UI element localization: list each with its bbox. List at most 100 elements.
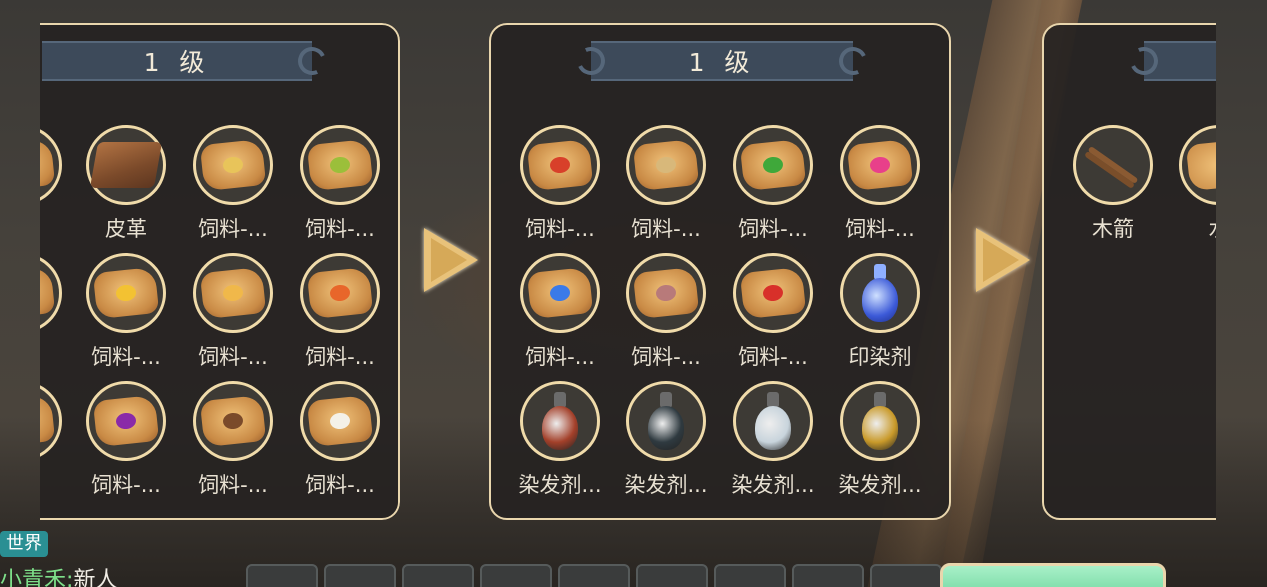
recipe-item[interactable]: 饲料-... [616, 125, 716, 243]
recipe-item[interactable]: 饲料-... [76, 253, 176, 371]
feed-pouch-grain-icon [193, 125, 273, 205]
hair-dye-white-icon [733, 381, 813, 461]
banner-curl-icon [1126, 43, 1162, 79]
recipe-item-label: 印染剂 [848, 345, 912, 369]
feed-pouch-leaf-icon [300, 125, 380, 205]
recipe-item[interactable]: 饲料-... [616, 253, 716, 371]
recipe-item-label: 饲料-... [525, 217, 595, 241]
recipe-item[interactable]: 木箭 [1063, 125, 1163, 243]
feed-pouch-corn-icon [86, 253, 166, 333]
recipe-item-label: 饲料-... [738, 345, 808, 369]
recipe-panel-1[interactable]: 1 级 皮革 饲料-... 饲料-... 饲料-... 饲料-... 饲料-... 饲料-.… [40, 23, 400, 520]
recipe-item[interactable] [40, 253, 72, 341]
level-banner: 1 级 [42, 41, 330, 81]
banner-curl-icon [294, 43, 330, 79]
hair-dye-black-icon [626, 381, 706, 461]
recipe-item[interactable]: 饲料-... [510, 125, 610, 243]
recipe-item[interactable]: 饲料-... [290, 125, 390, 243]
hotbar-slot[interactable] [558, 564, 630, 587]
banner-curl-icon [573, 43, 609, 79]
water-item-icon [1179, 125, 1216, 205]
chat-message-line[interactable]: 小青禾:新人 [0, 562, 117, 587]
recipe-item-label: 水 [1208, 217, 1230, 241]
recipe-item-label: 饲料-... [198, 345, 268, 369]
recipe-item[interactable]: 饲料-... [510, 253, 610, 371]
wooden-arrow-icon [1073, 125, 1153, 205]
feed-pouch-seeds-icon [193, 381, 273, 461]
hotbar-slot[interactable] [246, 564, 318, 587]
banner-curl-icon [835, 43, 871, 79]
recipe-item[interactable]: 饲料-... [183, 381, 283, 499]
hotbar-slot[interactable] [792, 564, 864, 587]
leather-icon [86, 125, 166, 205]
feed-pouch-flower-icon [300, 381, 380, 461]
recipe-item-label: 饲料-... [91, 345, 161, 369]
hotbar-slot[interactable] [714, 564, 786, 587]
recipe-panel-2[interactable]: 1 级 饲料-... 饲料-... 饲料-... 饲料-... 饲料-... 饲料-...… [489, 23, 951, 520]
recipe-item[interactable]: 饲料-... [290, 381, 390, 499]
feed-pouch-shell-icon [626, 253, 706, 333]
recipe-item-label: 饲料-... [198, 217, 268, 241]
recipe-item[interactable]: 饲料-... [830, 125, 930, 243]
hair-dye-red-icon [520, 381, 600, 461]
recipe-item[interactable]: 染发剂... [510, 381, 610, 499]
recipe-item[interactable]: 饲料-... [183, 253, 283, 371]
recipe-item[interactable]: 饲料-... [723, 125, 823, 243]
recipe-item-label: 饲料-... [198, 473, 268, 497]
feed-pouch-mushroom-icon [520, 125, 600, 205]
recipe-item-label: 染发剂... [518, 473, 602, 497]
next-arrow-icon [976, 228, 1030, 292]
level-label: 1 级 [688, 48, 756, 77]
recipe-item-label: 饲料-... [631, 345, 701, 369]
hotbar-slot[interactable] [402, 564, 474, 587]
recipe-item-label: 饲料-... [305, 473, 375, 497]
feed-pouch-nut-icon [626, 125, 706, 205]
next-arrow-icon [424, 228, 478, 292]
recipe-item-label: 饲料-... [845, 217, 915, 241]
recipe-item[interactable]: 印染剂 [830, 253, 930, 371]
hotbar-slot[interactable] [636, 564, 708, 587]
recipe-item-label: 木箭 [1092, 217, 1134, 241]
recipe-item[interactable]: 饲料-... [183, 125, 283, 243]
partial-item-icon [40, 125, 62, 205]
recipe-item-label: 染发剂... [624, 473, 708, 497]
recipe-item-label: 皮革 [105, 217, 147, 241]
partial-item-icon [40, 253, 62, 333]
recipe-item[interactable]: 饲料-... [723, 253, 823, 371]
recipe-item[interactable]: 饲料-... [76, 381, 176, 499]
recipe-item[interactable]: 染发剂... [830, 381, 930, 499]
green-action-button[interactable] [940, 563, 1166, 587]
recipe-item-label: 染发剂... [731, 473, 815, 497]
feed-pouch-berry-icon [86, 381, 166, 461]
feed-pouch-strawberry-icon [733, 253, 813, 333]
recipe-item-label: 饲料-... [305, 345, 375, 369]
dye-bottle-icon [840, 253, 920, 333]
recipe-item[interactable]: 水 [1169, 125, 1230, 243]
feed-pouch-pink-flower-icon [840, 125, 920, 205]
level-banner [1126, 41, 1216, 81]
hotbar-slot[interactable] [324, 564, 396, 587]
recipe-item-label: 饲料-... [305, 217, 375, 241]
feed-pouch-pepper-icon [733, 125, 813, 205]
level-label: 1 级 [143, 48, 211, 77]
recipe-item-label: 饲料-... [525, 345, 595, 369]
recipe-item[interactable]: 皮革 [76, 125, 176, 243]
hotbar [246, 564, 942, 587]
chat-sender: 小青禾 [0, 568, 67, 587]
recipe-item[interactable]: 染发剂... [723, 381, 823, 499]
chat-message-text: 新人 [73, 568, 118, 587]
recipe-item-label: 染发剂... [838, 473, 922, 497]
hotbar-slot[interactable] [870, 564, 942, 587]
recipe-item[interactable] [40, 125, 72, 213]
recipe-item[interactable]: 饲料-... [290, 253, 390, 371]
recipe-item-label: 饲料-... [631, 217, 701, 241]
recipe-item-label: 饲料-... [91, 473, 161, 497]
hotbar-slot[interactable] [480, 564, 552, 587]
feed-pouch-blue-flower-icon [520, 253, 600, 333]
recipe-item-label: 饲料-... [738, 217, 808, 241]
feed-pouch-wheat-icon [193, 253, 273, 333]
chat-channel-tag[interactable]: 世界 [0, 531, 48, 557]
hair-dye-gold-icon [840, 381, 920, 461]
feed-pouch-carrot-icon [300, 253, 380, 333]
recipe-item[interactable]: 染发剂... [616, 381, 716, 499]
